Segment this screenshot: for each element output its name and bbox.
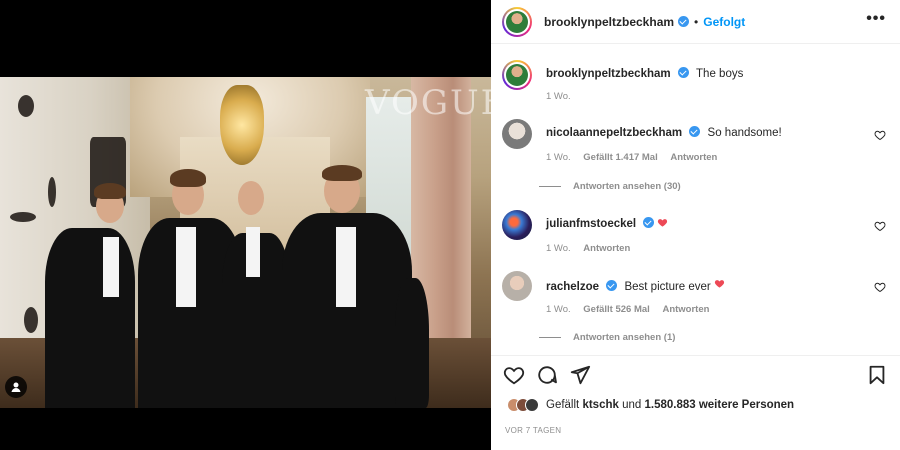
post-photo[interactable]: VOGUE: [0, 77, 491, 408]
photo-chandelier: [220, 85, 264, 165]
comment-time: 1 Wo.: [546, 243, 571, 254]
likes-prefix: Gefällt: [546, 399, 580, 411]
photo-detail: [24, 307, 38, 333]
comment-meta: 1 Wo. Gefällt 1.417 Mal Antworten: [546, 152, 717, 163]
verified-badge-icon: [606, 280, 618, 291]
photo-figure-shirt: [336, 227, 356, 307]
author-avatar[interactable]: [502, 6, 532, 37]
likes-count-link[interactable]: 1.580.883 weitere Personen: [644, 399, 794, 411]
photo-figure: [45, 228, 135, 408]
verified-badge-icon: [678, 16, 690, 27]
comment-time: 1 Wo.: [546, 152, 571, 163]
photo-figure-hair: [170, 169, 206, 187]
photo-detail: [48, 177, 56, 207]
action-bar: Gefällt ktschk und 1.580.883 weitere Per…: [491, 355, 900, 450]
photo-watermark: VOGUE: [365, 83, 491, 123]
comment-meta: 1 Wo. Gefällt 526 Mal Antworten: [546, 304, 709, 315]
photo-figure-head: [238, 181, 264, 215]
replies-divider: [539, 337, 561, 338]
view-replies-label: Antworten ansehen (30): [573, 181, 681, 192]
comment-avatar[interactable]: [502, 210, 532, 240]
view-replies-label: Antworten ansehen (1): [573, 332, 676, 343]
comment-icon[interactable]: [536, 364, 558, 386]
photo-figure-shirt: [246, 227, 260, 277]
photo-figure-shirt: [103, 237, 119, 297]
comment-list[interactable]: brooklynpeltzbeckham The boys 1 Wo. nico…: [491, 45, 900, 355]
comment-reply-button[interactable]: Antworten: [662, 304, 709, 315]
likes-summary: Gefällt ktschk und 1.580.883 weitere Per…: [507, 398, 794, 412]
heart-emoji: [657, 219, 667, 227]
caption-text: The boys: [696, 68, 744, 80]
heart-icon[interactable]: [874, 281, 886, 293]
replies-divider: [539, 186, 561, 187]
comment-likes-link[interactable]: Gefällt 526 Mal: [583, 304, 650, 315]
separator-dot: •: [694, 14, 699, 29]
comment-text: Best picture ever: [624, 281, 711, 293]
photo-figure-hair: [94, 183, 126, 199]
photo-figure-hair: [322, 165, 362, 181]
follow-button[interactable]: Gefolgt: [703, 15, 745, 29]
comment-likes-link[interactable]: Gefällt 1.417 Mal: [583, 152, 657, 163]
comment-username[interactable]: rachelzoe: [546, 281, 599, 293]
comment-item: julianfmstoeckel 1 Wo. Antworten: [502, 210, 892, 260]
liker-username[interactable]: ktschk: [582, 399, 618, 411]
caption: brooklynpeltzbeckham The boys 1 Wo.: [502, 60, 892, 120]
comment-username[interactable]: julianfmstoeckel: [546, 218, 636, 230]
photo-detail: [10, 212, 36, 222]
view-replies-button[interactable]: Antworten ansehen (1): [539, 332, 675, 343]
comment-text: So handsome!: [707, 127, 782, 139]
likes-middle: und: [622, 399, 642, 411]
bookmark-icon[interactable]: [866, 364, 888, 386]
liker-avatar: [525, 398, 539, 412]
verified-badge-icon: [643, 217, 655, 228]
comment-reply-button[interactable]: Antworten: [583, 243, 630, 254]
caption-avatar[interactable]: [502, 60, 532, 90]
more-options-icon[interactable]: •••: [866, 10, 886, 28]
author-username[interactable]: brooklynpeltzbeckham: [544, 15, 674, 29]
verified-badge-icon: [689, 126, 701, 137]
comment-item: nicolaannepeltzbeckham So handsome! 1 Wo…: [502, 119, 892, 189]
heart-icon[interactable]: [874, 220, 886, 232]
post-sidebar: brooklynpeltzbeckham • Gefolgt ••• brook…: [491, 0, 900, 450]
photo-figure-shirt: [176, 227, 196, 307]
comment-time: 1 Wo.: [546, 304, 571, 315]
heart-icon[interactable]: [874, 129, 886, 141]
media-pane: VOGUE: [0, 0, 491, 450]
comment-username[interactable]: nicolaannepeltzbeckham: [546, 127, 682, 139]
caption-username[interactable]: brooklynpeltzbeckham: [546, 68, 671, 80]
comment-avatar[interactable]: [502, 271, 532, 301]
share-icon[interactable]: [569, 364, 591, 386]
comment-reply-button[interactable]: Antworten: [670, 152, 717, 163]
caption-time: 1 Wo.: [546, 91, 571, 102]
photo-figure: [395, 278, 429, 408]
likes-text: Gefällt ktschk und 1.580.883 weitere Per…: [546, 399, 794, 411]
view-replies-button[interactable]: Antworten ansehen (30): [539, 181, 681, 192]
post-header: brooklynpeltzbeckham • Gefolgt •••: [491, 0, 900, 44]
comment-meta: 1 Wo. Antworten: [546, 243, 630, 254]
comment-avatar[interactable]: [502, 119, 532, 149]
user-icon: [11, 382, 21, 392]
photo-detail: [18, 95, 34, 117]
post-timestamp: VOR 7 TAGEN: [505, 426, 562, 435]
verified-badge-icon: [677, 67, 689, 78]
heart-emoji: [714, 280, 725, 288]
comment-item: rachelzoe Best picture ever 1 Wo. Gefäll…: [502, 271, 892, 341]
tagged-users-button[interactable]: [5, 376, 27, 398]
heart-icon[interactable]: [503, 364, 525, 386]
